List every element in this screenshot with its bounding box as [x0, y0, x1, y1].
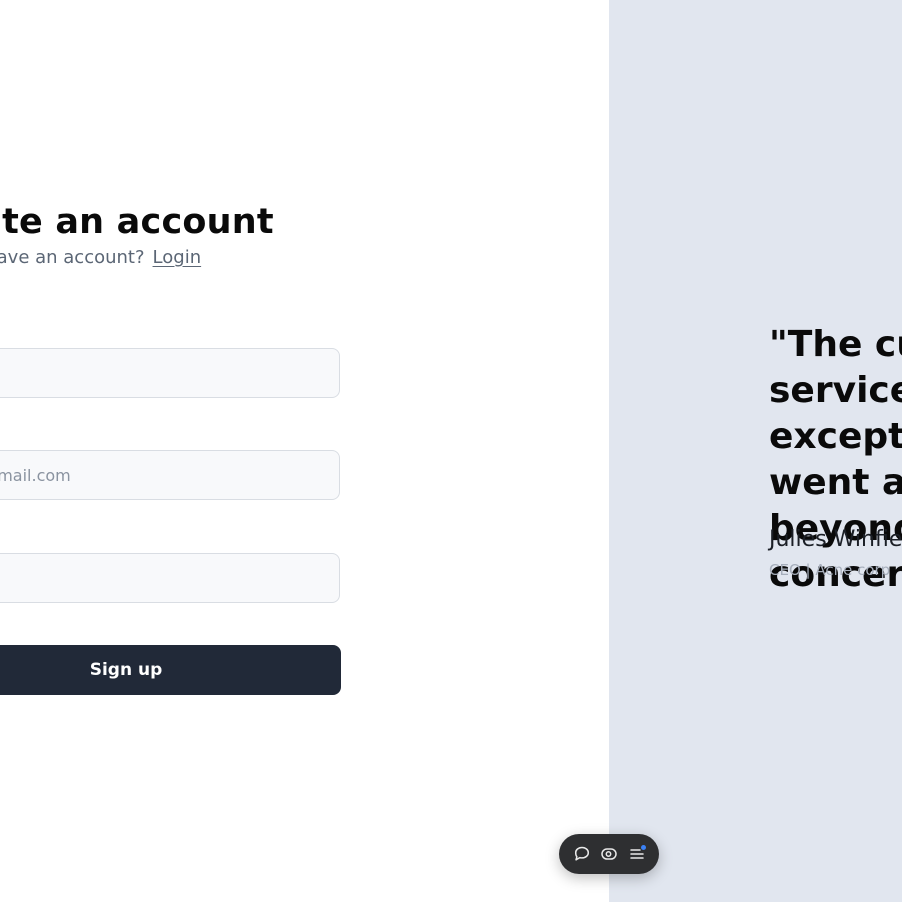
- sign-up-button[interactable]: Sign up: [0, 645, 341, 695]
- login-link[interactable]: Login: [153, 247, 202, 268]
- name-field[interactable]: [0, 348, 340, 398]
- notification-dot: [640, 845, 646, 850]
- testimonial-author: Julies Winfield: [769, 527, 902, 552]
- login-prompt: Already have an account? Login: [0, 246, 341, 270]
- testimonial-quote: "The customer service was exceptional an…: [769, 324, 902, 595]
- testimonial-role: CEO | Acne corp: [769, 561, 891, 579]
- email-field[interactable]: [0, 450, 340, 500]
- floating-toolbar: [559, 834, 659, 874]
- signup-panel: Create an account Already have an accoun…: [0, 0, 609, 902]
- signup-header: Create an account Already have an accoun…: [0, 200, 341, 270]
- eye-icon: [601, 848, 617, 860]
- menu-button[interactable]: [626, 843, 648, 865]
- preview-button[interactable]: [598, 843, 620, 865]
- signup-page: Create an account Already have an accoun…: [0, 0, 902, 902]
- password-field[interactable]: [0, 553, 340, 603]
- testimonial-panel: "The customer service was exceptional an…: [609, 0, 902, 902]
- comment-button[interactable]: [571, 843, 593, 865]
- login-prompt-text: Already have an account?: [0, 247, 145, 268]
- comment-icon: [574, 846, 589, 861]
- page-title: Create an account: [0, 202, 274, 242]
